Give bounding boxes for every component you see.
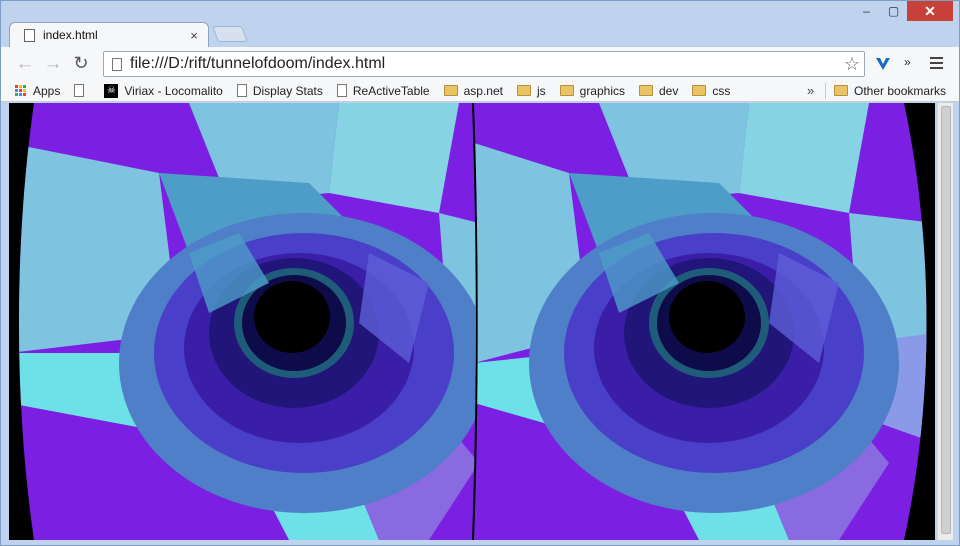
toolbar: ← → ↻ file:///D:/rift/tunnelofdoom/index…	[1, 47, 959, 80]
bookmark-apps[interactable]: Apps	[15, 84, 60, 98]
left-eye-view	[19, 103, 476, 540]
other-bookmarks-label: Other bookmarks	[854, 83, 947, 98]
right-eye-view	[474, 103, 927, 540]
bookmark-label: asp.net	[463, 83, 503, 98]
page-icon	[336, 84, 347, 97]
page-icon	[112, 57, 122, 71]
address-bar[interactable]: file:///D:/rift/tunnelofdoom/index.html …	[103, 51, 865, 77]
bookmark-label: Display Stats	[252, 83, 323, 98]
bookmark-viriax[interactable]: ☠ Viriax - Locomalito	[104, 83, 223, 98]
extensions-overflow-button[interactable]: »	[904, 55, 911, 69]
bookmarks-bar: Apps ☠ Viriax - Locomalito Display Stats…	[1, 80, 959, 102]
folder-icon	[692, 85, 707, 96]
bookmark-display-stats[interactable]: Display Stats	[236, 83, 323, 98]
bookmark-label: ReActiveTable	[352, 83, 430, 98]
bookmark-label: Apps	[33, 83, 61, 98]
url-text: file:///D:/rift/tunnelofdoom/index.html	[130, 55, 386, 72]
bookmark-label: graphics	[579, 83, 625, 98]
apps-grid-icon	[15, 84, 27, 97]
tab-close-icon[interactable]: ×	[186, 28, 202, 43]
window-controls: – ▢ ✕	[853, 1, 953, 21]
bookmark-folder-dev[interactable]: dev	[639, 84, 678, 98]
bookmark-reactivetable[interactable]: ReActiveTable	[336, 83, 430, 98]
other-bookmarks-button[interactable]: Other bookmarks	[834, 84, 946, 98]
bookmark-folder-js[interactable]: js	[516, 83, 546, 98]
page-icon	[74, 84, 85, 97]
maximize-button[interactable]: ▢	[880, 1, 907, 21]
back-button[interactable]: ←	[11, 50, 39, 78]
bookmark-label: js	[536, 83, 546, 98]
minimize-button[interactable]: –	[853, 1, 880, 21]
divider	[825, 83, 826, 99]
tab-index-html[interactable]: index.html ×	[9, 22, 209, 47]
skull-icon: ☠	[104, 83, 119, 98]
webgl-canvas[interactable]	[9, 103, 935, 540]
bookmark-label: css	[712, 83, 731, 98]
bookmark-folder-aspnet[interactable]: asp.net	[443, 83, 503, 98]
page-icon	[24, 28, 35, 42]
new-tab-button[interactable]	[212, 26, 248, 42]
tab-strip: index.html ×	[9, 20, 609, 47]
close-window-button[interactable]: ✕	[907, 1, 953, 21]
bookmark-folder-css[interactable]: css	[692, 84, 730, 98]
bookmark-blank-page[interactable]	[74, 84, 90, 97]
bookmark-label: Viriax - Locomalito	[124, 83, 223, 98]
bookmark-folder-graphics[interactable]: graphics	[559, 83, 625, 98]
menu-icon[interactable]	[926, 53, 946, 73]
folder-icon	[639, 85, 653, 96]
folder-icon	[834, 85, 848, 96]
star-icon[interactable]: ☆	[844, 54, 860, 75]
tab-title: index.html	[43, 28, 98, 42]
vertical-scrollbar[interactable]	[937, 103, 953, 540]
folder-icon	[559, 85, 574, 96]
extension-icon[interactable]	[873, 54, 893, 74]
bookmarks-overflow-button[interactable]: »	[807, 83, 814, 98]
scrollbar-thumb[interactable]	[941, 106, 951, 534]
folder-icon	[443, 85, 458, 96]
stereo-tunnel-render	[19, 103, 927, 540]
forward-button[interactable]: →	[39, 50, 67, 78]
bookmark-label: dev	[659, 83, 679, 98]
page-icon	[236, 84, 247, 97]
browser-window: – ▢ ✕ index.html × ← → ↻ file:///D:/rift…	[0, 0, 960, 546]
reload-button[interactable]: ↻	[67, 50, 95, 78]
folder-icon	[516, 85, 531, 96]
